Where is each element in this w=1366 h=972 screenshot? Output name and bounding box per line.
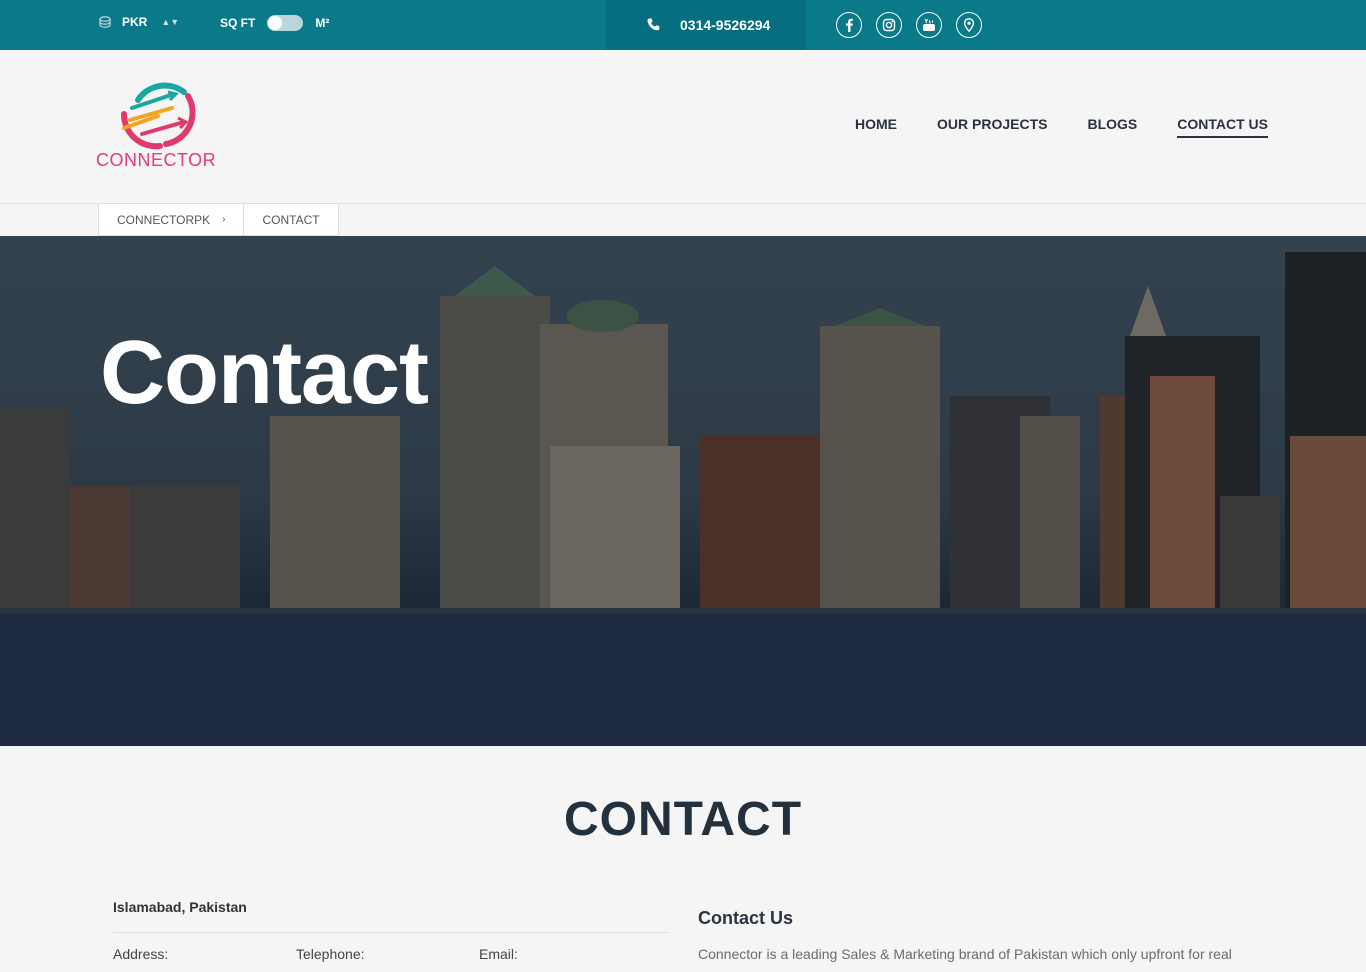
site-header: CONNECTOR HOME OUR PROJECTS BLOGS CONTAC… — [0, 50, 1366, 204]
facebook-icon[interactable] — [836, 12, 862, 38]
chevron-right-icon: › — [222, 214, 226, 225]
youtube-icon[interactable] — [916, 12, 942, 38]
contact-us-heading: Contact Us — [698, 908, 794, 928]
city-skyline-image — [0, 252, 1366, 746]
email-label: Email: — [479, 946, 518, 962]
social-links — [836, 12, 982, 38]
unit-toggle[interactable] — [267, 15, 304, 31]
phone-icon — [647, 18, 660, 31]
phone-contact[interactable]: 0314-9526294 — [606, 0, 806, 50]
unit-switcher: SQ FT M² — [220, 15, 329, 31]
nav-contact-us[interactable]: CONTACT US — [1177, 116, 1268, 138]
nav-home[interactable]: HOME — [855, 116, 897, 138]
currency-label: PKR — [122, 15, 148, 29]
nav-blogs[interactable]: BLOGS — [1087, 116, 1137, 138]
breadcrumb-current-label: CONTACT — [262, 212, 320, 227]
hero-title: Contact — [100, 323, 429, 423]
top-bar: PKR ▲▼ SQ FT M² 0314-9526294 — [0, 0, 1366, 50]
nav-our-projects[interactable]: OUR PROJECTS — [937, 116, 1047, 138]
unit-m2-label: M² — [315, 16, 330, 30]
breadcrumb: CONNECTORPK › CONTACT — [98, 203, 339, 236]
contact-us-text: Connector is a leading Sales & Marketing… — [698, 946, 1232, 962]
divider — [113, 932, 668, 933]
office-city: Islamabad, Pakistan — [113, 899, 247, 915]
instagram-icon[interactable] — [876, 12, 902, 38]
connector-logo[interactable]: CONNECTOR — [96, 78, 216, 174]
hero-banner: Contact — [0, 236, 1366, 746]
phone-number: 0314-9526294 — [680, 17, 771, 33]
telephone-label: Telephone: — [296, 946, 365, 962]
sort-updown-icon: ▲▼ — [161, 17, 180, 27]
map-pin-icon[interactable] — [956, 12, 982, 38]
breadcrumb-current: CONTACT — [244, 203, 339, 236]
breadcrumb-home-label: CONNECTORPK — [117, 212, 211, 227]
breadcrumb-home[interactable]: CONNECTORPK › — [98, 203, 245, 236]
contact-section-title: CONTACT — [563, 793, 803, 846]
currency-selector[interactable]: PKR ▲▼ — [98, 15, 179, 29]
coins-icon — [99, 16, 111, 28]
unit-sqft-label: SQ FT — [220, 16, 256, 30]
logo-mark — [120, 82, 196, 150]
logo-text: CONNECTOR — [96, 150, 217, 170]
main-nav: HOME OUR PROJECTS BLOGS CONTACT US — [855, 116, 1268, 138]
address-label: Address: — [113, 946, 169, 962]
